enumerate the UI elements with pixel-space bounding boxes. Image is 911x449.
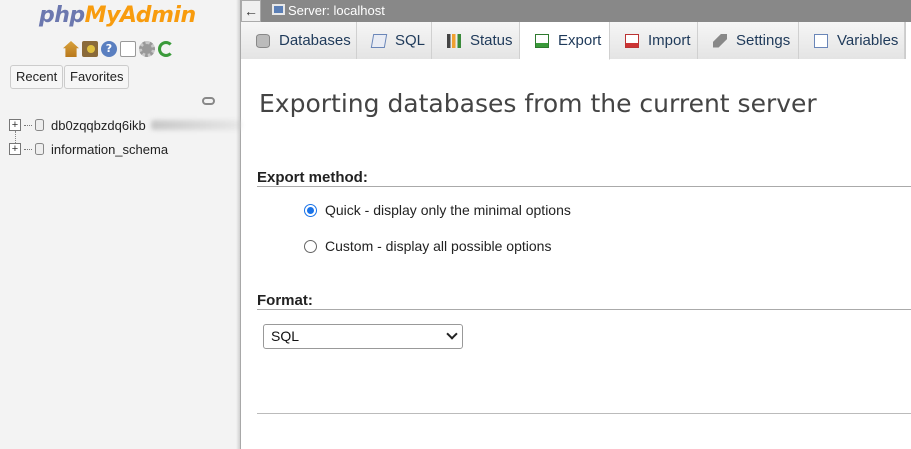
tab-label: Import [648, 32, 691, 49]
phpmyadmin-logo[interactable]: phpMyAdmin [39, 3, 196, 28]
server-breadcrumb-bar: ← Server: localhost [241, 0, 911, 22]
divider [257, 186, 911, 187]
settings-gear-icon[interactable] [139, 41, 155, 57]
tab-databases[interactable]: Databases [241, 22, 357, 59]
nav-icon-bar: ? [63, 41, 174, 57]
expand-icon[interactable]: + [9, 143, 21, 155]
recent-button[interactable]: Recent [10, 65, 64, 89]
export-icon [535, 33, 549, 48]
tab-label: Export [558, 32, 602, 49]
logout-icon[interactable] [82, 41, 98, 57]
top-menu-tabs: Databases SQL Status Export Import Setti… [241, 22, 911, 60]
expand-icon[interactable]: + [9, 119, 21, 131]
tab-status[interactable]: Status [432, 22, 520, 59]
tab-import[interactable]: Import [610, 22, 698, 59]
navigation-panel: phpMyAdmin ? Recent Favorites + db0zqqbz… [0, 0, 241, 449]
format-selected-value: SQL [271, 328, 300, 344]
server-breadcrumb[interactable]: Server: localhost [288, 3, 385, 18]
favorites-button[interactable]: Favorites [64, 65, 130, 89]
link-icon[interactable] [202, 97, 215, 105]
quick-radio-label[interactable]: Quick - display only the minimal options [325, 202, 571, 218]
more-tabs-edge[interactable] [905, 22, 911, 59]
import-icon [625, 33, 639, 48]
obscured-text [150, 120, 241, 130]
home-icon[interactable] [63, 41, 79, 57]
documentation-icon[interactable] [120, 41, 136, 57]
nav-resize-handle[interactable] [236, 0, 241, 449]
tree-dash [24, 148, 32, 150]
database-name[interactable]: db0zqqbzdq6ikb [51, 118, 146, 133]
format-heading: Format: [257, 292, 313, 309]
chevron-down-icon [446, 328, 458, 340]
tab-label: SQL [395, 32, 426, 49]
server-icon [272, 4, 285, 15]
database-icon [35, 143, 44, 155]
tab-label: Settings [736, 32, 791, 49]
divider [257, 413, 911, 414]
database-icon [35, 119, 44, 131]
tab-label: Variables [837, 32, 899, 49]
logo-myadmin-text: MyAdmin [84, 3, 196, 28]
sql-icon [370, 33, 388, 48]
format-select[interactable]: SQL [263, 324, 463, 349]
database-name[interactable]: information_schema [51, 142, 168, 157]
logo-php-text: php [39, 3, 85, 28]
tree-dash [24, 124, 32, 126]
help-icon[interactable]: ? [101, 41, 117, 57]
tab-label: Status [470, 32, 513, 49]
status-icon [447, 33, 461, 48]
tab-variables[interactable]: Variables [799, 22, 905, 59]
custom-radio[interactable] [304, 239, 317, 253]
export-method-heading: Export method: [257, 169, 368, 186]
divider [257, 309, 911, 310]
quick-radio[interactable] [304, 203, 317, 217]
variables-icon [814, 33, 828, 48]
custom-radio-label[interactable]: Custom - display all possible options [325, 238, 551, 254]
page-title: Exporting databases from the current ser… [259, 89, 817, 118]
database-tree-item[interactable]: + db0zqqbzdq6ikb [9, 116, 241, 134]
wrench-icon [713, 33, 727, 48]
quick-export-option[interactable]: Quick - display only the minimal options [304, 202, 571, 218]
database-tree-item[interactable]: + information_schema [9, 140, 168, 158]
database-icon [256, 33, 270, 48]
tab-sql[interactable]: SQL [357, 22, 432, 59]
collapse-navigation-button[interactable]: ← [241, 0, 261, 22]
custom-export-option[interactable]: Custom - display all possible options [304, 238, 551, 254]
tab-settings[interactable]: Settings [698, 22, 799, 59]
reload-icon[interactable] [158, 41, 174, 57]
tab-export[interactable]: Export [520, 22, 610, 60]
tab-label: Databases [279, 32, 351, 49]
